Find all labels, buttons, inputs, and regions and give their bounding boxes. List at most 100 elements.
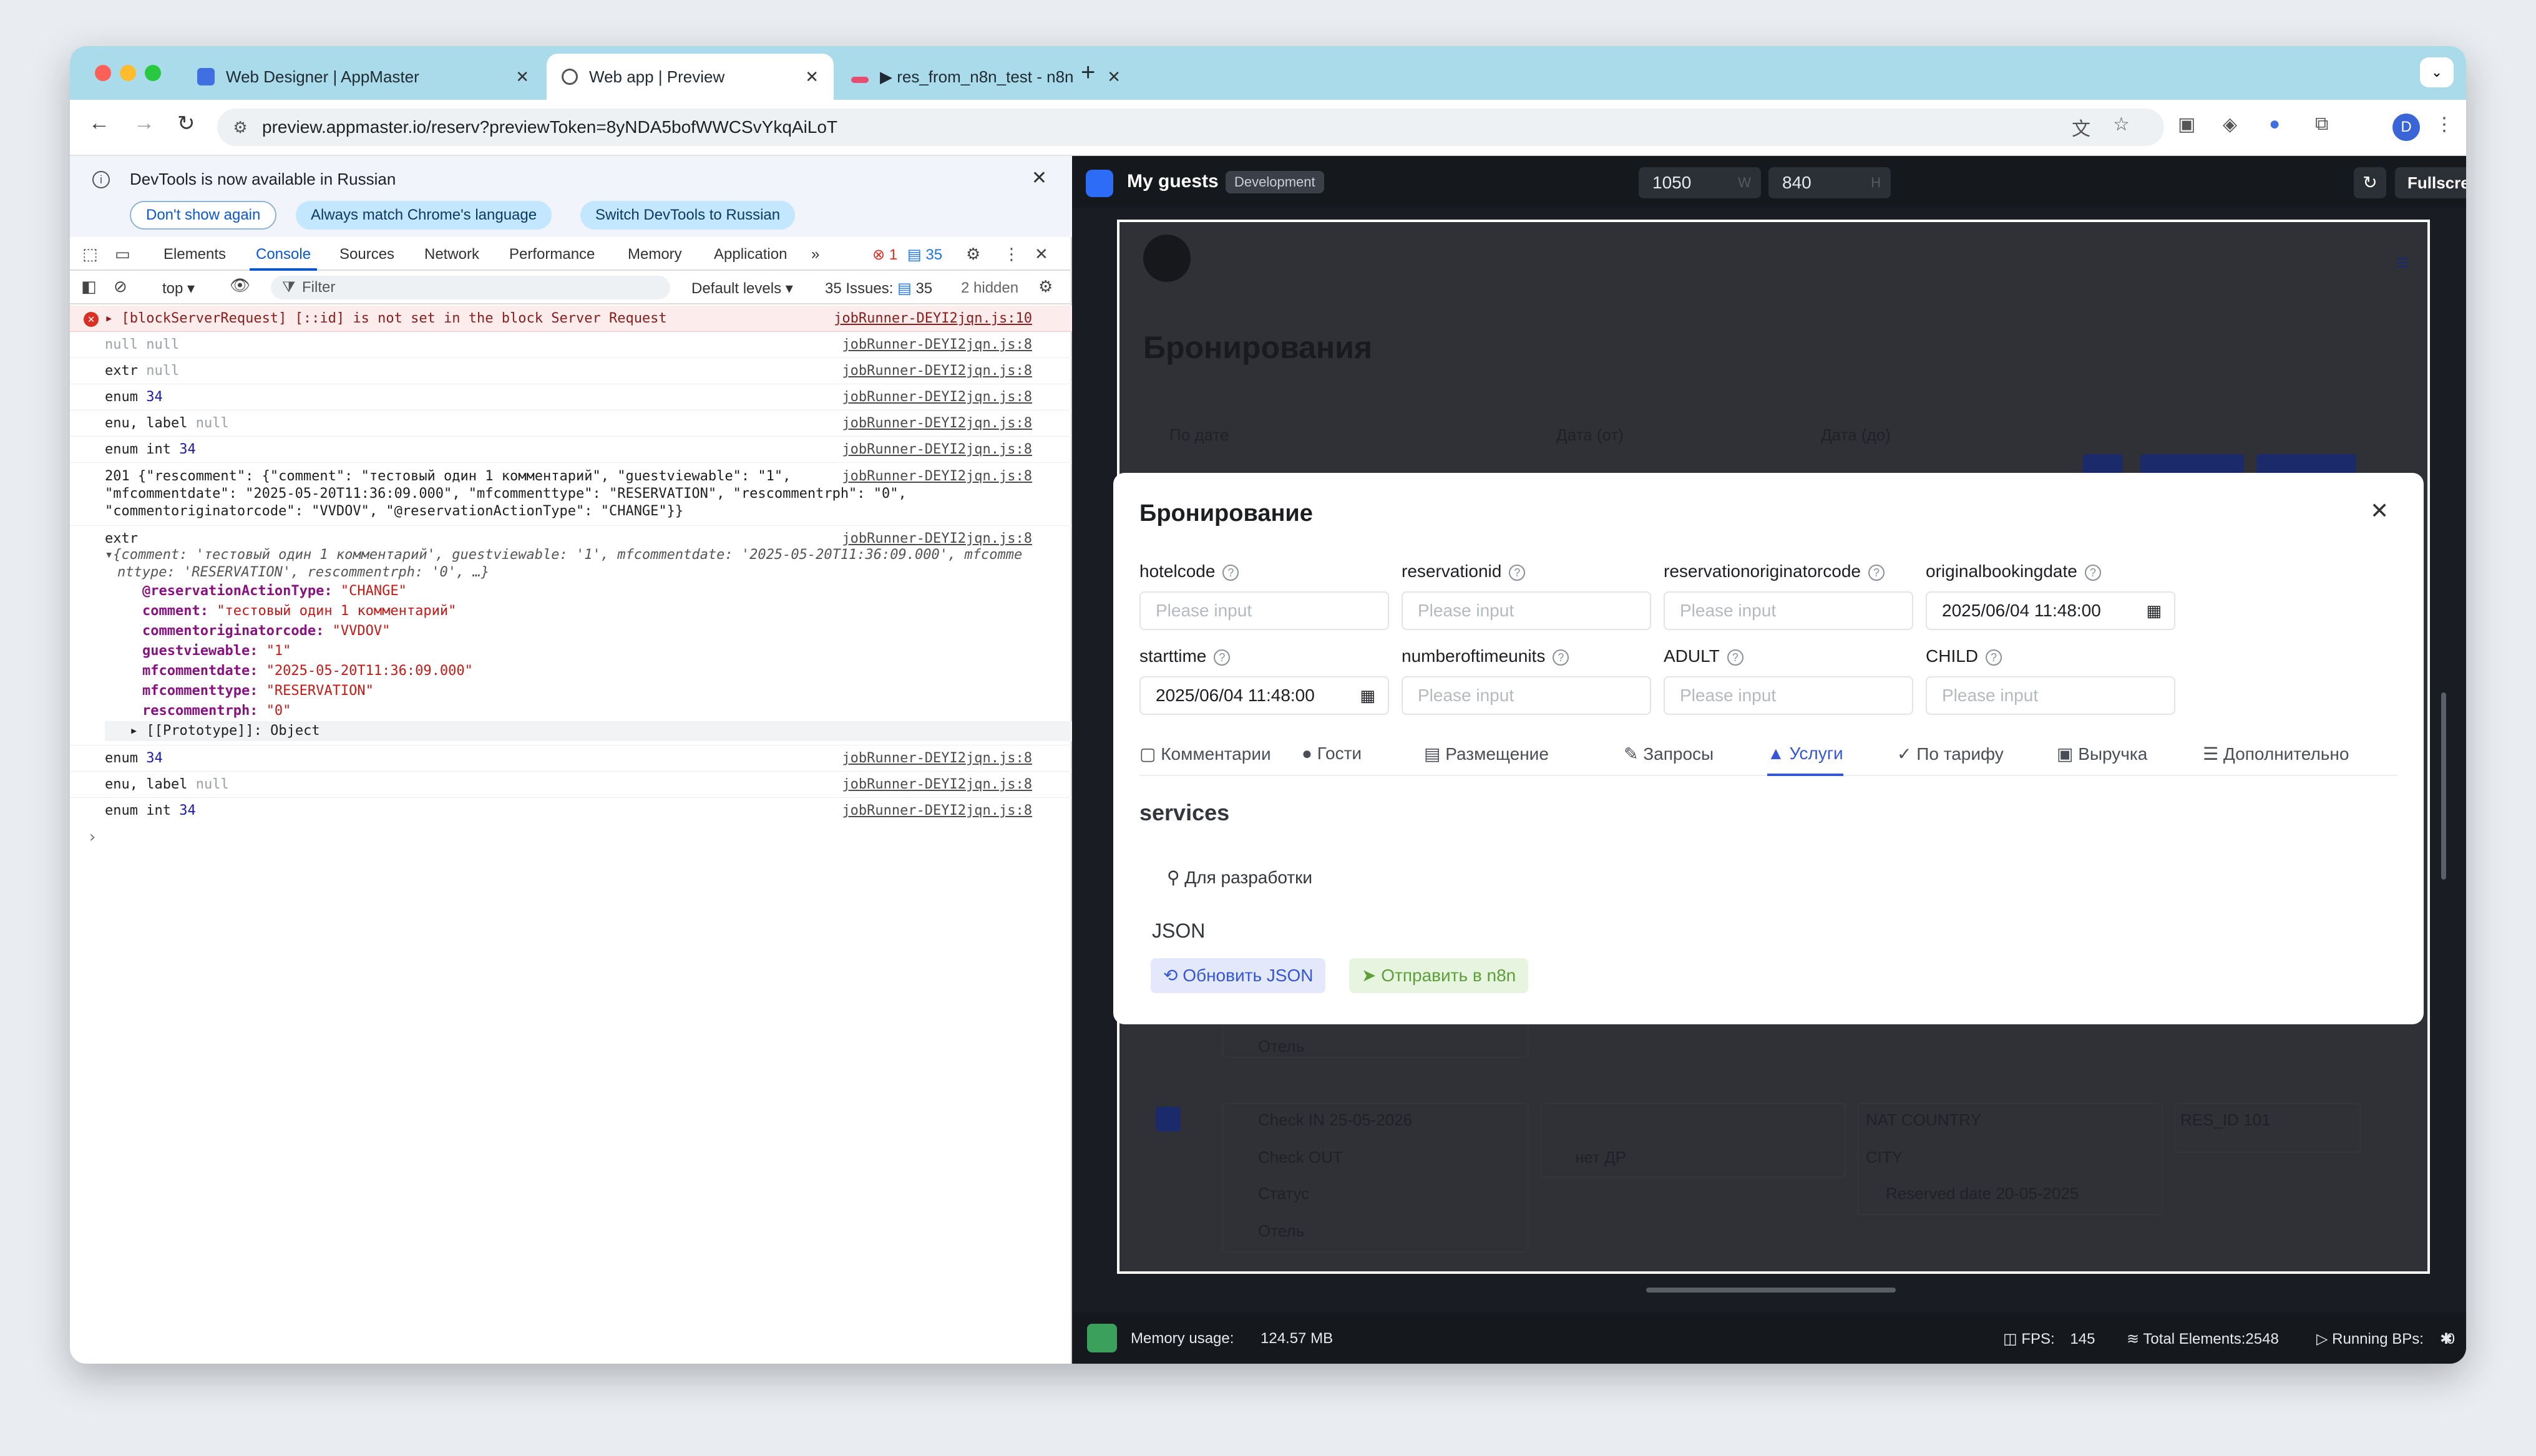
originalbookingdate-input[interactable]: 2025/06/04 11:48:00 ▦ <box>1926 591 2175 630</box>
debug-bug-icon[interactable]: ✱ <box>2440 1330 2452 1348</box>
message-count-badge[interactable]: ▤ 35 <box>907 246 942 264</box>
source-link[interactable]: jobRunner-DEYI2jqn.js:8 <box>842 442 1032 457</box>
tab-memory[interactable]: Memory <box>628 246 682 263</box>
switch-russian-button[interactable]: Switch DevTools to Russian <box>580 201 796 230</box>
console-settings-icon[interactable]: ⚙ <box>1038 277 1053 296</box>
site-settings-icon[interactable]: ⚙ <box>230 117 251 138</box>
source-link[interactable]: jobRunner-DEYI2jqn.js:8 <box>842 415 1032 431</box>
send-to-n8n-button[interactable]: ➤ Отправить в n8n <box>1349 958 1529 993</box>
dont-show-again-button[interactable]: Don't show again <box>130 201 277 230</box>
hamburger-menu-icon[interactable]: ≡ <box>2396 250 2409 276</box>
url-bar[interactable]: ⚙ preview.appmaster.io/reserv?previewTok… <box>217 109 2164 146</box>
help-icon[interactable]: ? <box>1222 564 1239 581</box>
help-icon[interactable]: ? <box>1553 649 1569 666</box>
child-input[interactable]: Please input <box>1926 676 2175 715</box>
tab-application[interactable]: Application <box>714 246 787 263</box>
help-icon[interactable]: ? <box>2084 564 2101 581</box>
profile-avatar[interactable]: D <box>2392 114 2420 141</box>
tab-guests[interactable]: ● Гости <box>1302 744 1362 764</box>
tab-network[interactable]: Network <box>424 246 479 263</box>
tab-requests[interactable]: ✎ Запросы <box>1624 744 1714 764</box>
error-count-badge[interactable]: ⊗ 1 <box>872 246 897 264</box>
kebab-menu-icon[interactable]: ⋮ <box>2435 114 2454 135</box>
clear-console-icon[interactable]: ⊘ <box>114 277 127 296</box>
browser-tab-web-designer[interactable]: Web Designer | AppMaster ✕ <box>182 54 544 100</box>
calendar-icon[interactable]: ▦ <box>1360 677 1375 714</box>
height-input[interactable]: 840 H <box>1768 167 1891 198</box>
context-selector[interactable]: top ▾ <box>162 279 195 298</box>
help-icon[interactable]: ? <box>1986 649 2002 666</box>
settings-gear-icon[interactable]: ⚙ <box>966 245 980 264</box>
maximize-window-button[interactable] <box>145 65 161 81</box>
forward-arrow-icon[interactable]: → <box>134 111 155 135</box>
vertical-scrollbar[interactable] <box>2441 692 2446 880</box>
close-tab-icon[interactable]: ✕ <box>805 67 819 87</box>
numberoftimeunits-input[interactable]: Please input <box>1402 676 1651 715</box>
browser-tab-web-app-preview[interactable]: Web app | Preview ✕ <box>547 54 834 100</box>
starttime-input[interactable]: 2025/06/04 11:48:00 ▦ <box>1139 676 1389 715</box>
source-link[interactable]: jobRunner-DEYI2jqn.js:8 <box>842 531 1032 546</box>
source-link[interactable]: jobRunner-DEYI2jqn.js:8 <box>842 750 1032 766</box>
close-modal-icon[interactable]: ✕ <box>2370 498 2389 524</box>
adult-input[interactable]: Please input <box>1664 676 1913 715</box>
source-link[interactable]: jobRunner-DEYI2jqn.js:8 <box>842 777 1032 792</box>
sidebar-toggle-icon[interactable]: ◧ <box>81 277 97 296</box>
tab-additional[interactable]: ☰ Дополнительно <box>2203 744 2349 764</box>
source-link[interactable]: jobRunner-DEYI2jqn.js:10 <box>834 311 1032 326</box>
tab-services[interactable]: ▲ Услуги <box>1767 744 1843 776</box>
reservationoriginatorcode-input[interactable]: Please input <box>1664 591 1913 630</box>
live-expression-eye-icon[interactable]: 👁 <box>230 276 250 295</box>
device-toolbar-icon[interactable]: ▭ <box>115 245 130 264</box>
tab-revenue[interactable]: ▣ Выручка <box>2057 744 2147 764</box>
tab-sources[interactable]: Sources <box>339 246 394 263</box>
more-tabs-icon[interactable]: » <box>811 246 819 263</box>
tab-rate[interactable]: ✓ По тарифу <box>1897 744 2004 764</box>
extension-icon[interactable]: ◈ <box>2223 114 2237 135</box>
help-icon[interactable]: ? <box>1509 564 1526 581</box>
help-icon[interactable]: ? <box>1868 564 1885 581</box>
horizontal-scrollbar[interactable] <box>1646 1288 1896 1293</box>
refresh-json-button[interactable]: ⟲ Обновить JSON <box>1151 958 1326 993</box>
source-link[interactable]: jobRunner-DEYI2jqn.js:8 <box>842 468 1032 485</box>
tab-console[interactable]: Console <box>249 246 318 271</box>
source-link[interactable]: jobRunner-DEYI2jqn.js:8 <box>842 803 1032 818</box>
close-infobar-icon[interactable]: ✕ <box>1031 167 1047 189</box>
row-search-icon[interactable] <box>1156 1107 1181 1132</box>
help-icon[interactable]: ? <box>1214 649 1231 666</box>
help-icon[interactable]: ? <box>1727 649 1744 666</box>
reservationid-input[interactable]: Please input <box>1402 591 1651 630</box>
match-language-button[interactable]: Always match Chrome's language <box>296 201 552 230</box>
close-window-button[interactable] <box>95 65 111 81</box>
extension-shield-icon[interactable]: ▣ <box>2178 114 2195 135</box>
minimize-window-button[interactable] <box>120 65 136 81</box>
tab-search-chevron-icon[interactable]: ⌄ <box>2420 57 2454 87</box>
bookmark-star-icon[interactable]: ☆ <box>2113 114 2130 135</box>
puzzle-icon[interactable]: ⧉ <box>2315 114 2328 135</box>
tab-comments[interactable]: ▢ Комментарии <box>1139 744 1271 764</box>
close-devtools-icon[interactable]: ✕ <box>1035 245 1048 264</box>
console-filter-input[interactable]: ⧩ Filter <box>271 276 670 299</box>
translate-icon[interactable]: 文 <box>2072 114 2090 141</box>
close-tab-icon[interactable]: ✕ <box>1107 67 1121 87</box>
refresh-preview-button[interactable]: ↻ <box>2354 167 2386 198</box>
console-prompt[interactable]: › <box>70 824 1072 855</box>
hotelcode-input[interactable]: Please input <box>1139 591 1389 630</box>
tab-accommodation[interactable]: ▤ Размещение <box>1424 744 1549 764</box>
source-link[interactable]: jobRunner-DEYI2jqn.js:8 <box>842 363 1032 379</box>
fullscreen-button[interactable]: Fullscreen ⤢ <box>2395 167 2466 198</box>
width-input[interactable]: 1050 W <box>1639 167 1761 198</box>
prototype-row[interactable]: ▸ [[Prototype]]: Object <box>105 721 1072 741</box>
reload-icon[interactable]: ↻ <box>177 111 195 136</box>
devtools-menu-icon[interactable]: ⋮ <box>1003 245 1020 264</box>
source-link[interactable]: jobRunner-DEYI2jqn.js:8 <box>842 337 1032 352</box>
extension-dot-icon[interactable]: ● <box>2269 114 2280 135</box>
issues-label[interactable]: 35 Issues: ▤ 35 <box>825 279 932 298</box>
inspect-element-icon[interactable]: ⬚ <box>82 245 98 264</box>
tab-elements[interactable]: Elements <box>163 246 226 263</box>
object-summary[interactable]: ▾{comment: 'тестовый один 1 комментарий'… <box>105 546 1072 581</box>
log-levels-dropdown[interactable]: Default levels ▾ <box>691 279 793 298</box>
tab-performance[interactable]: Performance <box>509 246 595 263</box>
close-tab-icon[interactable]: ✕ <box>515 67 529 87</box>
user-avatar-icon[interactable] <box>1143 235 1191 282</box>
calendar-icon[interactable]: ▦ <box>2146 593 2162 629</box>
